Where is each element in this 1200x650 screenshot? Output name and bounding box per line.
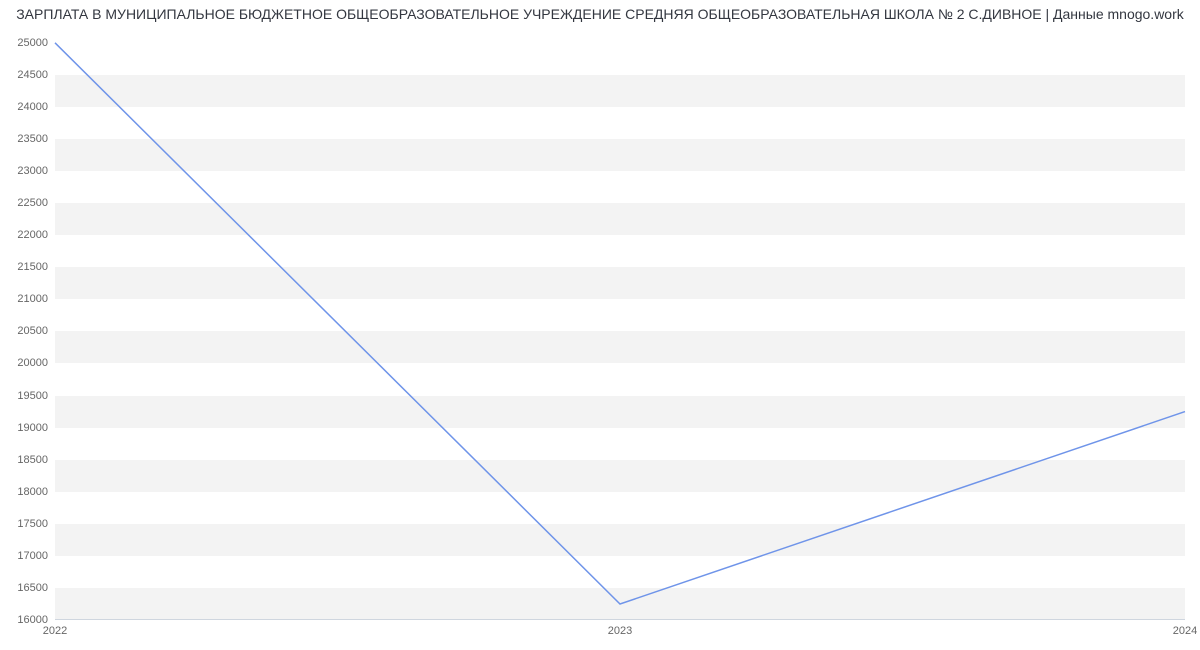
line-layer — [55, 30, 1185, 620]
plot-area — [55, 30, 1185, 620]
y-tick-label: 18000 — [3, 486, 48, 498]
y-tick-label: 22000 — [3, 229, 48, 241]
y-tick-label: 24000 — [3, 101, 48, 113]
y-tick-label: 18500 — [3, 454, 48, 466]
y-tick-label: 23000 — [3, 165, 48, 177]
y-tick-label: 24500 — [3, 69, 48, 81]
y-tick-label: 19500 — [3, 390, 48, 402]
y-tick-label: 21500 — [3, 261, 48, 273]
y-tick-label: 17000 — [3, 550, 48, 562]
y-tick-label: 16000 — [3, 614, 48, 626]
salary-series — [55, 43, 1185, 604]
x-tick-label: 2022 — [43, 625, 67, 637]
y-tick-label: 22500 — [3, 197, 48, 209]
y-tick-label: 17500 — [3, 518, 48, 530]
y-tick-label: 21000 — [3, 293, 48, 305]
y-tick-label: 20500 — [3, 325, 48, 337]
chart-title: ЗАРПЛАТА В МУНИЦИПАЛЬНОЕ БЮДЖЕТНОЕ ОБЩЕО… — [0, 6, 1200, 22]
x-tick-label: 2024 — [1173, 625, 1197, 637]
y-tick-label: 23500 — [3, 133, 48, 145]
y-tick-label: 25000 — [3, 37, 48, 49]
y-tick-label: 20000 — [3, 357, 48, 369]
x-tick-label: 2023 — [608, 625, 632, 637]
y-tick-label: 19000 — [3, 422, 48, 434]
y-tick-label: 16500 — [3, 582, 48, 594]
